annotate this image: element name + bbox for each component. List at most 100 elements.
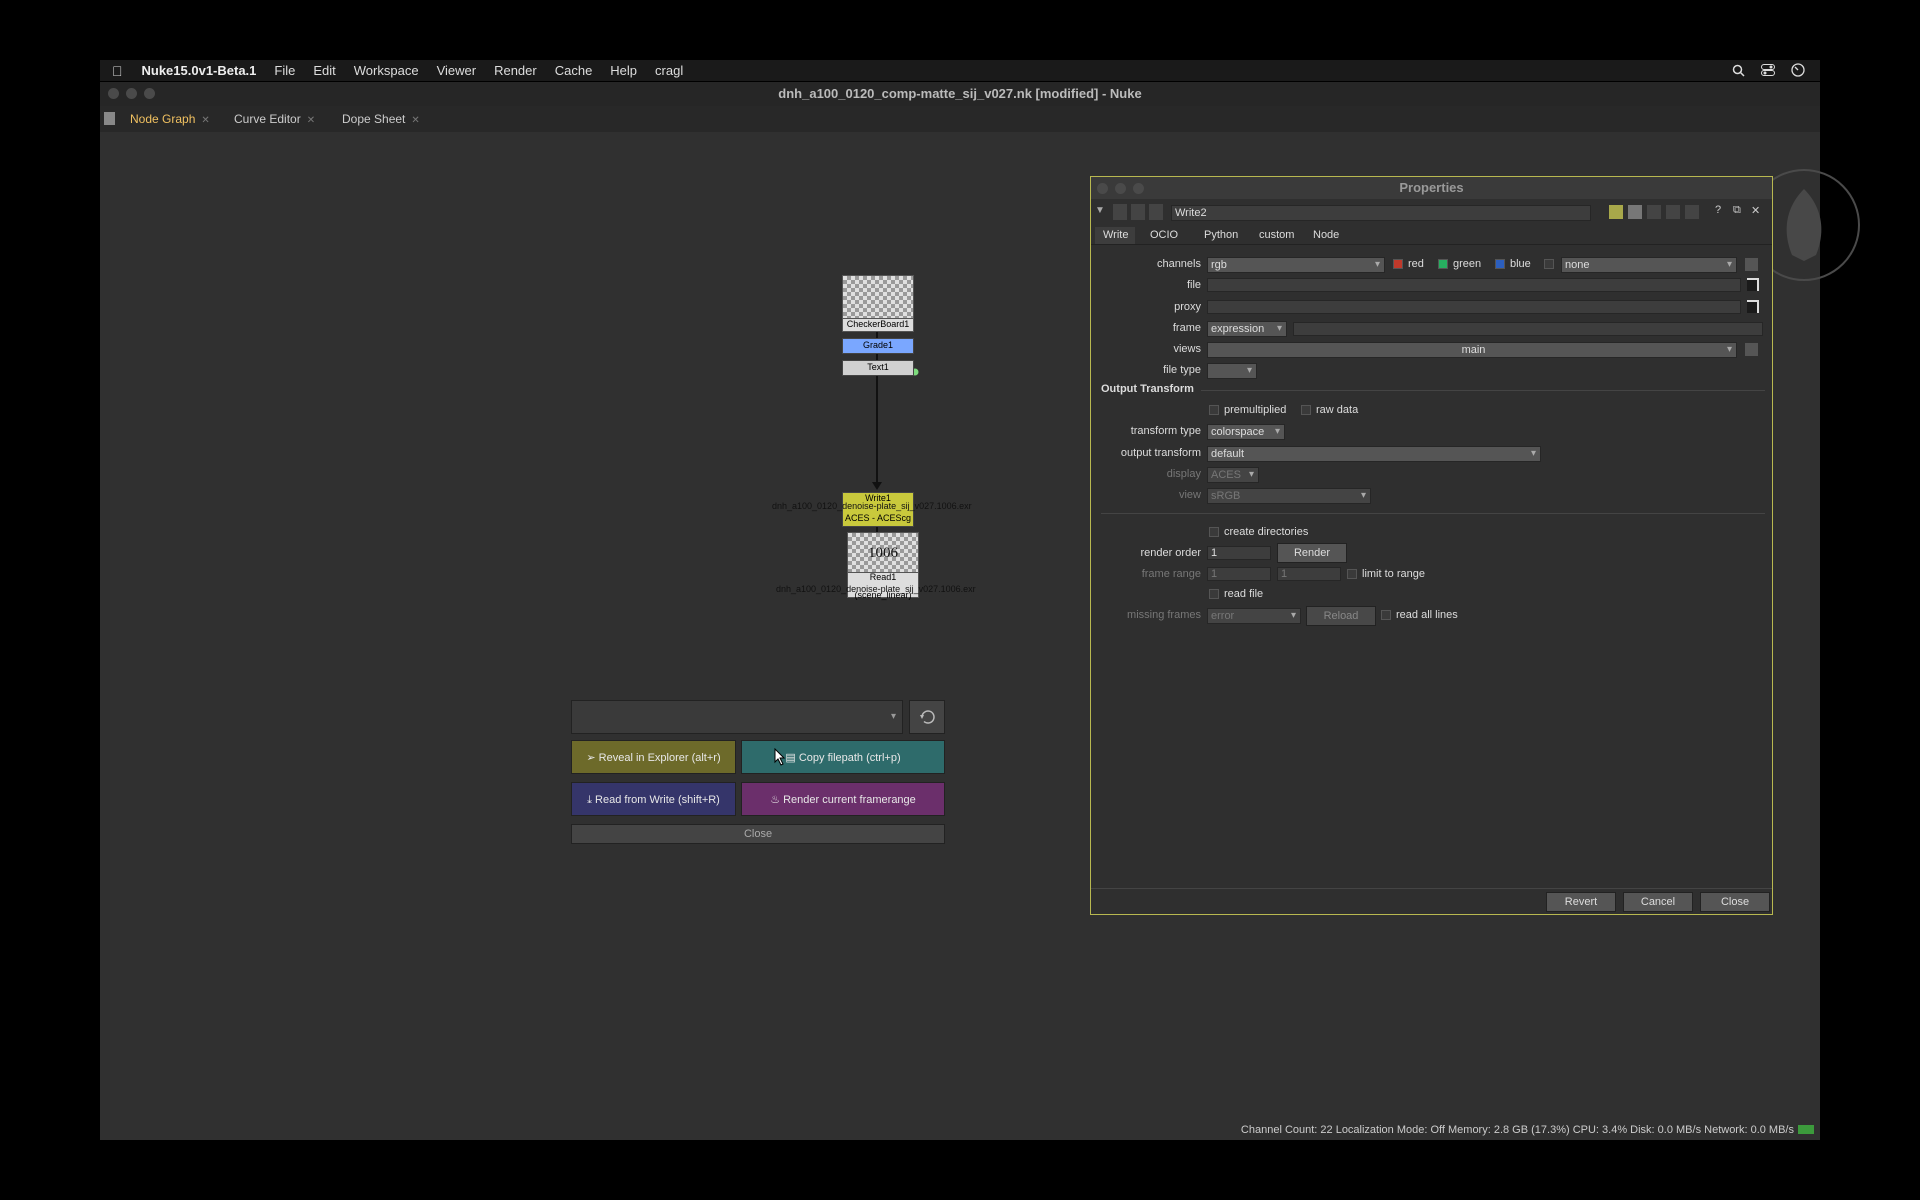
button-label: Read from Write (shift+R) [595, 794, 720, 806]
status-text: Channel Count: 22 Localization Mode: Off… [1240, 1124, 1794, 1136]
render-order-input[interactable]: 1 [1207, 546, 1271, 560]
copy-filepath-button[interactable]: ▤ Copy filepath (ctrl+p) [741, 740, 945, 774]
transform-type-dropdown[interactable]: colorspace [1207, 424, 1285, 440]
tab-node-graph[interactable]: Node Graph ✕ [122, 109, 218, 129]
file-input[interactable] [1207, 278, 1741, 292]
read-all-lines-checkbox[interactable] [1381, 610, 1391, 620]
control-center-icon[interactable] [1760, 62, 1776, 78]
create-directories-checkbox[interactable] [1209, 527, 1219, 537]
blue-checkbox[interactable] [1495, 259, 1505, 269]
output-transform-dropdown[interactable]: default [1207, 446, 1541, 462]
read-node-thumbnail[interactable]: 1006 [847, 532, 919, 574]
reload-button[interactable]: Reload [1306, 606, 1376, 626]
popup-close-button[interactable]: Close [571, 824, 945, 844]
render-button[interactable]: Render [1277, 543, 1347, 563]
file-browser-icon[interactable] [1747, 278, 1759, 291]
panel-menu-icon[interactable] [104, 112, 115, 125]
redo-icon[interactable] [1666, 205, 1680, 219]
close-panel-button[interactable] [1097, 183, 1108, 194]
menu-file[interactable]: File [265, 63, 304, 78]
raw-data-label: raw data [1316, 404, 1359, 416]
clock-icon[interactable] [1790, 62, 1806, 78]
missing-frames-dropdown[interactable]: error [1207, 608, 1301, 624]
frame-range-end-input[interactable]: 1 [1277, 567, 1341, 581]
menu-workspace[interactable]: Workspace [345, 63, 428, 78]
frame-expression-input[interactable] [1293, 322, 1763, 336]
checkerboard-node-thumbnail[interactable] [842, 275, 914, 320]
color-swatch-icon[interactable] [1609, 205, 1623, 219]
limit-to-range-checkbox[interactable] [1347, 569, 1357, 579]
close-icon[interactable]: ✕ [307, 115, 315, 126]
red-label: red [1408, 258, 1424, 270]
menu-cache[interactable]: Cache [546, 63, 602, 78]
frame-range-start-input[interactable]: 1 [1207, 567, 1271, 581]
views-menu-button[interactable] [1745, 343, 1758, 356]
read-from-write-button[interactable]: ⤓ Read from Write (shift+R) [571, 782, 736, 816]
float-icon[interactable]: ⧉ [1733, 204, 1741, 217]
close-icon[interactable]: ✕ [1751, 204, 1760, 217]
cancel-button[interactable]: Cancel [1623, 892, 1693, 912]
grade-node[interactable]: Grade1 [842, 338, 914, 354]
refresh-icon [920, 710, 935, 724]
text-node[interactable]: Text1 [842, 360, 914, 376]
close-icon[interactable]: ✕ [201, 115, 209, 126]
tab-node[interactable]: Node [1313, 227, 1339, 244]
proxy-input[interactable] [1207, 300, 1741, 314]
tab-curve-editor[interactable]: Curve Editor ✕ [226, 109, 323, 129]
menu-help[interactable]: Help [601, 63, 646, 78]
tab-python[interactable]: Python [1204, 227, 1238, 244]
zoom-window-button[interactable] [144, 88, 155, 99]
node-name-field[interactable]: Write2 [1171, 205, 1591, 221]
view-dropdown[interactable]: sRGB [1207, 488, 1371, 504]
frame-mode-dropdown[interactable]: expression [1207, 321, 1287, 337]
file-type-dropdown[interactable] [1207, 363, 1257, 379]
red-checkbox[interactable] [1393, 259, 1403, 269]
green-checkbox[interactable] [1438, 259, 1448, 269]
menu-cragl[interactable]: cragl [646, 63, 692, 78]
close-button[interactable]: Close [1700, 892, 1770, 912]
display-dropdown[interactable]: ACES [1207, 467, 1259, 483]
close-icon[interactable]: ✕ [411, 115, 419, 126]
menu-viewer[interactable]: Viewer [428, 63, 486, 78]
channels-dropdown[interactable]: rgb [1207, 257, 1385, 273]
premultiplied-checkbox[interactable] [1209, 405, 1219, 415]
zoom-panel-button[interactable] [1133, 183, 1144, 194]
tab-ocio[interactable]: OCIO [1150, 227, 1178, 244]
reveal-in-explorer-button[interactable]: ➢ Reveal in Explorer (alt+r) [571, 740, 736, 774]
refresh-button[interactable] [909, 700, 945, 734]
color-swatch-2-icon[interactable] [1628, 205, 1642, 219]
read-file-checkbox[interactable] [1209, 589, 1219, 599]
minimize-panel-button[interactable] [1115, 183, 1126, 194]
alpha-channel-dropdown[interactable]: none [1561, 257, 1737, 273]
undo-icon[interactable] [1647, 205, 1661, 219]
footer-divider [1091, 888, 1772, 889]
write-node-filename: dnh_a100_0120_denoise-plate_sij_v027.100… [772, 501, 972, 511]
proxy-browser-icon[interactable] [1747, 300, 1759, 313]
channels-menu-button[interactable] [1745, 258, 1758, 271]
minimize-window-button[interactable] [126, 88, 137, 99]
filepath-dropdown[interactable]: ▾ [571, 700, 903, 734]
wrench-icon[interactable] [1149, 204, 1163, 220]
menu-render[interactable]: Render [485, 63, 546, 78]
help-icon[interactable]: ? [1715, 204, 1721, 216]
views-dropdown[interactable]: main [1207, 342, 1737, 358]
apple-icon[interactable]:  [100, 63, 133, 79]
properties-panel: Properties ▼ Write2 ? ⧉ ✕ Write OCIO Pyt… [1090, 176, 1773, 915]
tab-write[interactable]: Write [1103, 227, 1128, 244]
revert-button[interactable]: Revert [1546, 892, 1616, 912]
input-icon[interactable] [1131, 204, 1145, 220]
spotlight-search-icon[interactable] [1730, 62, 1746, 78]
revert-icon[interactable] [1685, 205, 1699, 219]
close-window-button[interactable] [108, 88, 119, 99]
raw-data-checkbox[interactable] [1301, 405, 1311, 415]
center-node-icon[interactable] [1113, 204, 1127, 220]
collapse-icon[interactable]: ▼ [1095, 205, 1105, 216]
app-menu[interactable]: Nuke15.0v1-Beta.1 [133, 63, 266, 78]
tab-dope-sheet[interactable]: Dope Sheet ✕ [334, 109, 428, 129]
menu-edit[interactable]: Edit [304, 63, 344, 78]
statusbar: Channel Count: 22 Localization Mode: Off… [100, 1122, 1820, 1138]
checkerboard-node[interactable]: CheckerBoard1 [842, 318, 914, 332]
tab-custom[interactable]: custom [1259, 227, 1294, 244]
alpha-checkbox[interactable] [1544, 259, 1554, 269]
render-framerange-button[interactable]: ♨ Render current framerange (ctrl+shift+… [741, 782, 945, 840]
